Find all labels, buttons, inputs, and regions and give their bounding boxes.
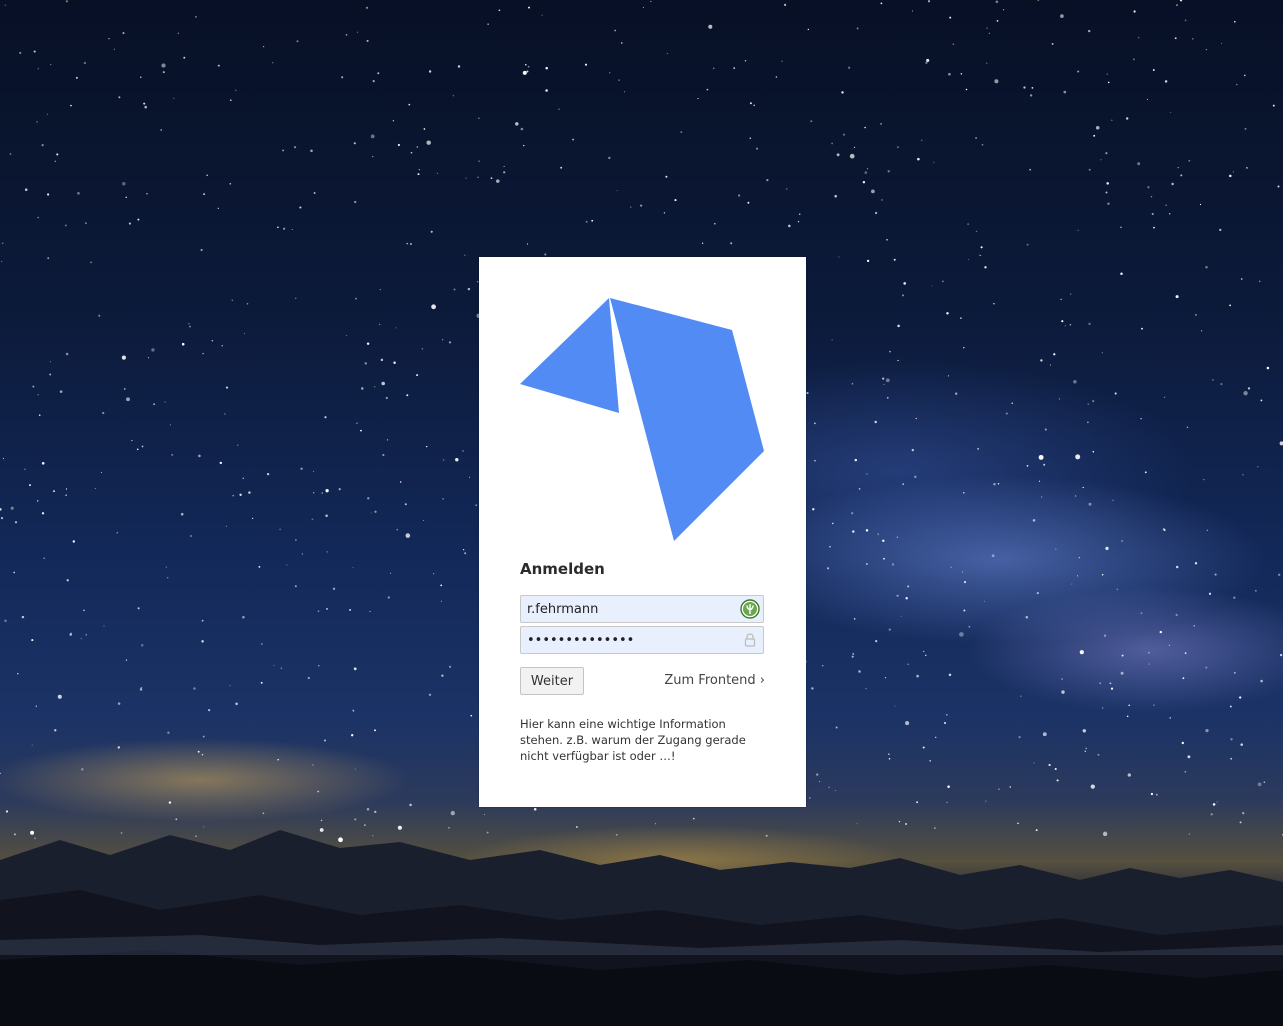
login-heading: Anmelden [520, 560, 605, 578]
username-input[interactable] [521, 596, 731, 622]
username-field[interactable] [520, 595, 764, 623]
password-input[interactable] [521, 627, 731, 653]
lock-icon [739, 629, 761, 651]
mountains-silhouette [0, 830, 1283, 1026]
app-logo [520, 298, 764, 541]
login-card: Anmelden Weiter Zum Frontend › Hier kann… [479, 257, 806, 807]
info-text: Hier kann eine wichtige Information steh… [520, 717, 746, 763]
password-manager-icon[interactable] [739, 598, 761, 620]
frontend-link[interactable]: Zum Frontend › [664, 673, 765, 688]
password-field[interactable] [520, 626, 764, 654]
submit-button[interactable]: Weiter [520, 667, 584, 695]
